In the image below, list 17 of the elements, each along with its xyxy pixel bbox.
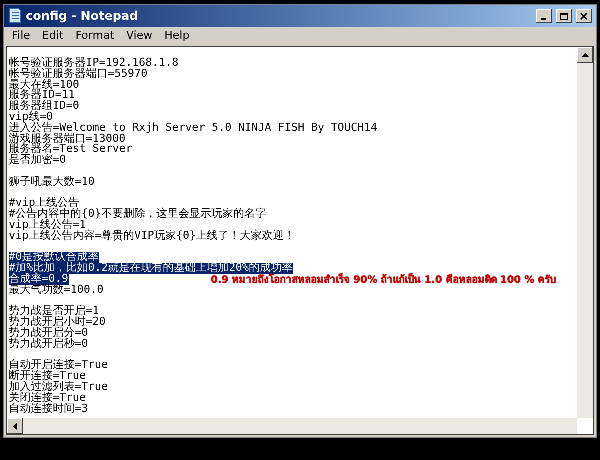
maximize-button[interactable] (556, 9, 572, 23)
maximize-icon (560, 12, 568, 20)
menu-item[interactable]: Help (158, 28, 196, 45)
minimize-button[interactable] (536, 9, 552, 23)
menu-item[interactable]: Edit (36, 28, 70, 45)
notepad-icon (8, 8, 22, 24)
menu-item[interactable]: View (120, 28, 159, 45)
horizontal-scrollbar[interactable] (7, 418, 577, 434)
menu-item[interactable]: File (6, 28, 36, 45)
annotation-text: 0.9 หมายถึงโอกาสหลอมสำเร็จ 90% ถ้าแก้เป็น 1.0 คือหลอมติด 100 % ครับ (211, 275, 556, 286)
up-arrow-icon (582, 53, 588, 57)
window-title: config - Notepad (26, 8, 138, 25)
menu-item[interactable]: Format (70, 28, 120, 45)
close-button[interactable] (576, 9, 592, 23)
close-icon (580, 12, 588, 20)
vertical-scrollbar[interactable] (577, 47, 593, 418)
left-arrow-icon (13, 422, 17, 430)
